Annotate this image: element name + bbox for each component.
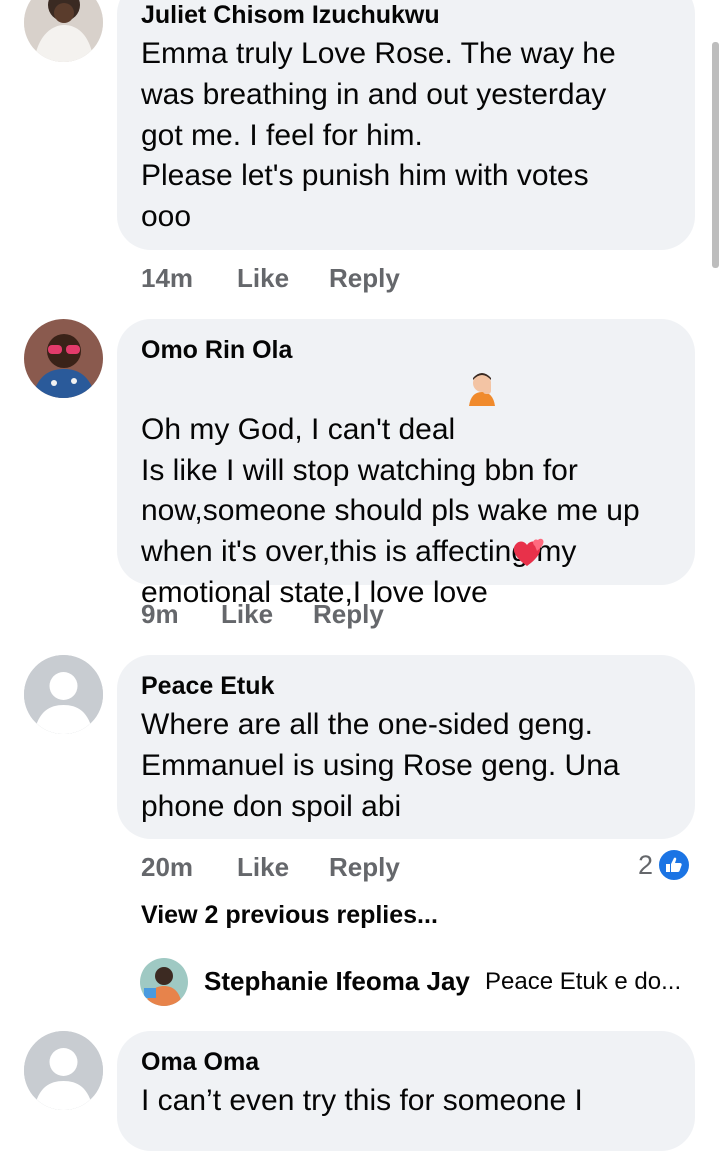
reply-button[interactable]: Reply <box>329 852 400 883</box>
avatar[interactable] <box>24 0 103 62</box>
comment-time[interactable]: 20m <box>141 852 237 883</box>
avatar[interactable] <box>24 1031 103 1110</box>
view-previous-replies-link[interactable]: View 2 previous replies... <box>141 901 438 930</box>
comment-text-body: Oh my God, I can't deal Is like I will s… <box>141 412 640 609</box>
comment-actions: 9m Like Reply <box>141 599 384 630</box>
comment-bubble: Oma Oma I can’t even try this for someon… <box>117 1031 695 1151</box>
comment-text: Where are all the one-sided geng. Emmanu… <box>141 708 620 823</box>
facepalm-emoji-icon <box>465 372 499 411</box>
comment-author[interactable]: Juliet Chisom Izuchukwu <box>141 0 440 30</box>
thumbs-up-icon <box>657 848 692 882</box>
reaction-count: 2 <box>638 849 654 880</box>
like-button[interactable]: Like <box>237 852 329 883</box>
reaction-summary[interactable]: 2 <box>638 848 692 882</box>
comment-actions: 20m Like Reply <box>141 852 400 883</box>
comment-actions: 14m Like Reply <box>141 263 400 294</box>
comment-time[interactable]: 14m <box>141 263 237 294</box>
reply-preview[interactable]: Stephanie Ifeoma Jay Peace Etuk e do... <box>140 958 700 1008</box>
reply-button[interactable]: Reply <box>329 263 400 294</box>
avatar[interactable] <box>24 319 103 398</box>
comment-text: Oh my God, I can't deal Is like I will s… <box>141 369 683 614</box>
hearts-emoji-icon <box>509 534 545 575</box>
person-icon <box>24 1031 103 1110</box>
avatar[interactable] <box>140 958 188 1006</box>
reply-author[interactable]: Stephanie Ifeoma Jay <box>204 966 470 997</box>
comment-author[interactable]: Oma Oma <box>141 1047 259 1077</box>
avatar[interactable] <box>24 655 103 734</box>
like-button[interactable]: Like <box>221 599 313 630</box>
person-icon <box>24 655 103 734</box>
reply-button[interactable]: Reply <box>313 599 384 630</box>
scrollbar[interactable] <box>712 42 719 268</box>
comment-text: Emma truly Love Rose. The way he was bre… <box>141 37 616 234</box>
reply-text: Peace Etuk e do... <box>485 968 682 995</box>
comment-text: I can’t even try this for someone I <box>141 1084 583 1117</box>
comment-bubble: Omo Rin Ola Oh my God, I can't deal Is l… <box>117 319 695 609</box>
like-button[interactable]: Like <box>237 263 329 294</box>
comment-author[interactable]: Omo Rin Ola <box>141 335 292 365</box>
comment-bubble: Juliet Chisom Izuchukwu Emma truly Love … <box>117 0 695 250</box>
comment-author[interactable]: Peace Etuk <box>141 671 274 701</box>
comment-bubble: Peace Etuk Where are all the one-sided g… <box>117 655 695 839</box>
comment-time[interactable]: 9m <box>141 599 221 630</box>
